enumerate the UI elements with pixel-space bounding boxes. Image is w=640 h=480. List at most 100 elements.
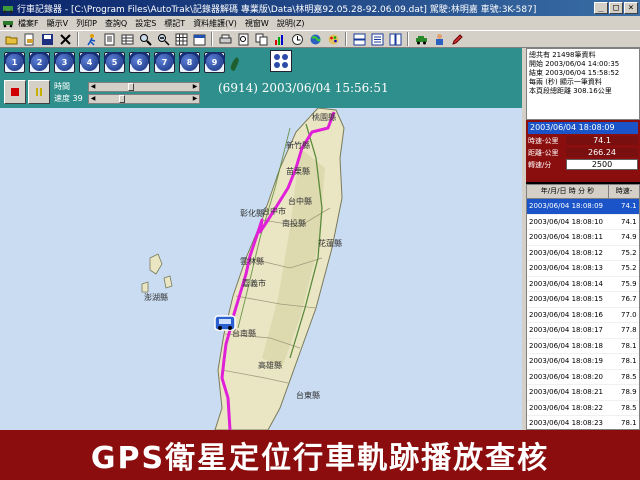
- map-label-chiayi-city: 嘉義市: [242, 279, 266, 288]
- table-row[interactable]: 2003/06/04 18:08:15 76.7: [527, 292, 639, 308]
- print-button[interactable]: [217, 32, 233, 47]
- edit-button[interactable]: [449, 32, 465, 47]
- record-list[interactable]: 年/月/日 時 分 秒 時速- 2003/06/04 18:08:09 74.1 2…: [526, 184, 640, 430]
- grid-icon: [175, 33, 187, 45]
- slider-right-arrow-icon[interactable]: ▶: [191, 83, 199, 91]
- current-stats-panel: 2003/06/04 18:08:09 時速-公里 74.1 距離-公里 266…: [526, 120, 640, 182]
- taiwan-map-icon[interactable]: [228, 56, 242, 72]
- record-rows: 2003/06/04 18:08:09 74.1 2003/06/04 18:08:…: [527, 199, 639, 429]
- driver-button[interactable]: [431, 32, 447, 47]
- table-row[interactable]: 2003/06/04 18:08:16 77.0: [527, 308, 639, 323]
- distance-row: 距離-公里 266.24: [528, 147, 638, 158]
- table-row[interactable]: 2003/06/04 18:08:12 75.2: [527, 246, 639, 261]
- table-row[interactable]: 2003/06/04 18:08:22 78.5: [527, 401, 639, 416]
- calendar-button[interactable]: [191, 32, 207, 47]
- table-row[interactable]: 2003/06/04 18:08:21 78.9: [527, 385, 639, 401]
- table-row[interactable]: 2003/06/04 18:08:11 74.9: [527, 230, 639, 246]
- layout-grid-button[interactable]: [270, 50, 292, 72]
- menu-data-maintenance[interactable]: 資料維護(V): [189, 18, 241, 29]
- slider-left-arrow-icon[interactable]: ◀: [89, 83, 97, 91]
- vehicle-button-1[interactable]: 1: [4, 52, 25, 73]
- row-time: 2003/06/04 18:08:14: [529, 279, 604, 288]
- menu-bar: 檔案F 顯示V 列印P 查詢Q 設定S 標記T 資料維護(V) 視窗W 說明(Z…: [0, 16, 640, 30]
- menu-query[interactable]: 查詢Q: [101, 18, 131, 29]
- dot: [274, 62, 280, 68]
- table-row[interactable]: 2003/06/04 18:08:14 75.9: [527, 277, 639, 292]
- column-header-time[interactable]: 年/月/日 時 分 秒: [527, 185, 609, 198]
- slider-right-arrow-icon[interactable]: ▶: [191, 95, 199, 103]
- zoom-in-button[interactable]: [137, 32, 153, 47]
- vehicle-button-3[interactable]: 3: [54, 52, 75, 73]
- table-row[interactable]: 2003/06/04 18:08:17 77.8: [527, 323, 639, 339]
- file-icon: [24, 33, 33, 45]
- close-button[interactable]: ×: [624, 2, 638, 14]
- magnifier-icon: [139, 33, 152, 46]
- chart-button[interactable]: [271, 32, 287, 47]
- app-icon: [3, 6, 13, 14]
- rpm-row: 轉速/分 2500: [528, 159, 638, 170]
- speed-slider-thumb[interactable]: [119, 95, 125, 103]
- table-row[interactable]: 2003/06/04 18:08:18 78.1: [527, 339, 639, 354]
- table-button[interactable]: [119, 32, 135, 47]
- table-row[interactable]: 2003/06/04 18:08:20 78.5: [527, 370, 639, 385]
- menu-view[interactable]: 顯示V: [43, 18, 72, 29]
- document-button[interactable]: [101, 32, 117, 47]
- preview-button[interactable]: [235, 32, 251, 47]
- time-slider[interactable]: ◀ ▶: [88, 82, 200, 92]
- speed-slider[interactable]: ◀ ▶: [88, 94, 200, 104]
- playback-status: (6914) 2003/06/04 15:56:51: [218, 81, 389, 95]
- table-row[interactable]: 2003/06/04 18:08:23 78.1: [527, 416, 639, 429]
- playback-panel: 1 2 3 4 5 6 7 8 9 時間 ◀ ▶ 速度 39 ◀ ▶ (6914…: [0, 48, 522, 108]
- vehicle-button-4[interactable]: 4: [79, 52, 100, 73]
- history-button[interactable]: [289, 32, 305, 47]
- globe-button[interactable]: [307, 32, 323, 47]
- row-speed: 77.0: [621, 310, 637, 319]
- time-slider-thumb[interactable]: [127, 83, 134, 91]
- distance-label: 距離-公里: [528, 148, 559, 157]
- vehicle-button-6[interactable]: 6: [129, 52, 150, 73]
- map-view[interactable]: 桃園縣 新竹縣 苗栗縣 台中縣 台中市 彰化縣 南投縣 花蓮縣 雲林縣 嘉義市 …: [0, 108, 522, 430]
- row-speed: 75.9: [621, 279, 637, 288]
- vehicle-button-9[interactable]: 9: [204, 52, 225, 73]
- column-header-speed[interactable]: 時速-: [609, 185, 639, 198]
- grid-view-button[interactable]: [173, 32, 189, 47]
- menu-help[interactable]: 說明(Z): [273, 18, 309, 29]
- car-button[interactable]: [413, 32, 429, 47]
- row-time: 2003/06/04 18:08:10: [529, 217, 604, 226]
- slider-left-arrow-icon[interactable]: ◀: [89, 95, 97, 103]
- copy-button[interactable]: [253, 32, 269, 47]
- pause-button[interactable]: [28, 80, 50, 104]
- color-button[interactable]: [325, 32, 341, 47]
- table-row[interactable]: 2003/06/04 18:08:09 74.1: [527, 199, 639, 215]
- run-button[interactable]: [83, 32, 99, 47]
- open-folder-button[interactable]: [3, 32, 19, 47]
- table-row[interactable]: 2003/06/04 18:08:10 74.1: [527, 215, 639, 230]
- vehicle-marker-icon[interactable]: [214, 314, 236, 332]
- delete-button[interactable]: [57, 32, 73, 47]
- table-row[interactable]: 2003/06/04 18:08:13 75.2: [527, 261, 639, 277]
- vehicle-button-2[interactable]: 2: [29, 52, 50, 73]
- copy-icon: [255, 33, 267, 45]
- stop-button[interactable]: [4, 80, 26, 104]
- save-button[interactable]: [39, 32, 55, 47]
- table-row[interactable]: 2003/06/04 18:08:19 78.1: [527, 354, 639, 370]
- menu-file[interactable]: 檔案F: [14, 18, 43, 29]
- record-list-header: 年/月/日 時 分 秒 時速-: [527, 185, 639, 199]
- layout-vertical-button[interactable]: [387, 32, 403, 47]
- vehicle-button-7[interactable]: 7: [154, 52, 175, 73]
- menu-print[interactable]: 列印P: [72, 18, 101, 29]
- menu-window[interactable]: 視窗W: [241, 18, 273, 29]
- vehicle-button-5[interactable]: 5: [104, 52, 125, 73]
- calendar-icon: [193, 34, 205, 45]
- vehicle-button-8[interactable]: 8: [179, 52, 200, 73]
- minimize-button[interactable]: _: [594, 2, 608, 14]
- zoom-out-button[interactable]: [155, 32, 171, 47]
- menu-mark[interactable]: 標記T: [160, 18, 189, 29]
- layout-horizontal-button[interactable]: [351, 32, 367, 47]
- display-interval: 每兩 (秒) 顯示一筆資料: [529, 78, 602, 86]
- layout-list-button[interactable]: [369, 32, 385, 47]
- menu-settings[interactable]: 設定S: [131, 18, 160, 29]
- maximize-button[interactable]: □: [609, 2, 623, 14]
- open-file-button[interactable]: [21, 32, 37, 47]
- pencil-icon: [451, 33, 463, 45]
